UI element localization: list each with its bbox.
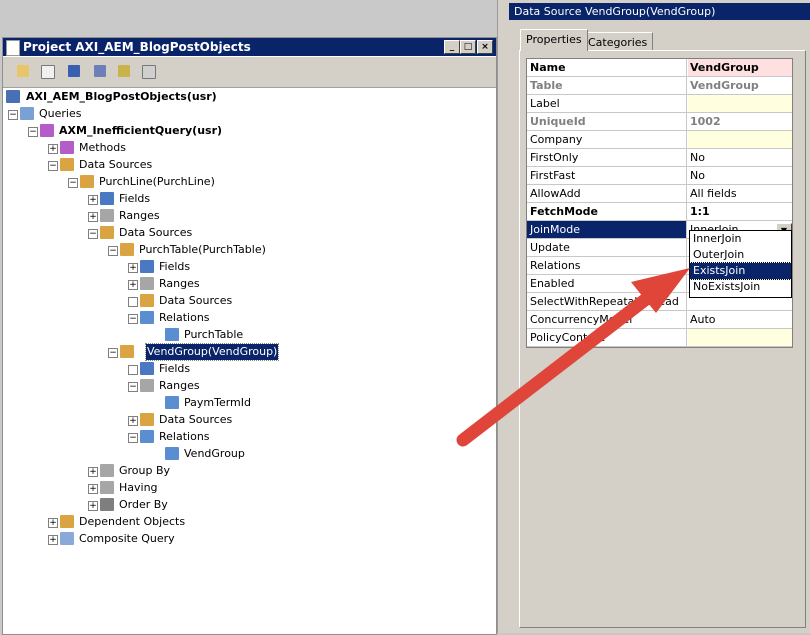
relation-icon: [165, 447, 179, 460]
fields-icon: [140, 362, 154, 375]
properties-title: Data Source VendGroup(VendGroup): [514, 5, 716, 18]
project-tree: AXI_AEM_BlogPostObjects(usr) − Queries −…: [3, 88, 496, 634]
composite-query-icon: [60, 532, 74, 545]
grid-icon[interactable]: [140, 63, 157, 80]
expand-icon[interactable]: +: [48, 535, 58, 545]
queries-icon: [20, 107, 34, 120]
empty-node-icon[interactable]: [128, 297, 138, 307]
ranges-icon: [100, 209, 114, 222]
properties-title-bar[interactable]: Data Source VendGroup(VendGroup): [509, 3, 810, 20]
having-icon: [100, 481, 114, 494]
project-node-icon: [6, 90, 20, 103]
sort-icon: [100, 498, 114, 511]
collapse-icon[interactable]: −: [68, 178, 78, 188]
property-row[interactable]: FirstFast No: [527, 167, 792, 185]
datasources-icon: [100, 226, 114, 239]
groupby-icon: [100, 464, 114, 477]
compile-icon[interactable]: [92, 63, 109, 80]
ranges-icon: [140, 277, 154, 290]
property-row[interactable]: Name VendGroup: [527, 59, 792, 77]
relations-icon: [140, 311, 154, 324]
filter-icon[interactable]: [116, 63, 133, 80]
property-row[interactable]: FirstOnly No: [527, 149, 792, 167]
expand-icon[interactable]: +: [88, 212, 98, 222]
range-icon: [165, 396, 179, 409]
collapse-icon[interactable]: −: [108, 348, 118, 358]
collapse-icon[interactable]: −: [108, 246, 118, 256]
expand-icon[interactable]: +: [128, 263, 138, 273]
property-row[interactable]: UniqueId 1002: [527, 113, 792, 131]
datasources-icon: [140, 413, 154, 426]
relation-icon: [165, 328, 179, 341]
project-window: Project AXI_AEM_BlogPostObjects _ □ × AX…: [2, 37, 497, 635]
joinmode-dropdown-list: InnerJoin OuterJoin ExistsJoin NoExistsJ…: [689, 230, 792, 298]
datasource-icon: [120, 243, 134, 256]
expand-icon[interactable]: +: [88, 467, 98, 477]
expand-icon[interactable]: +: [128, 280, 138, 290]
option-outerjoin[interactable]: OuterJoin: [690, 247, 791, 263]
relations-icon: [140, 430, 154, 443]
open-icon[interactable]: [15, 63, 32, 80]
property-row[interactable]: PolicyContext: [527, 329, 792, 347]
fields-icon: [100, 192, 114, 205]
collapse-icon[interactable]: −: [88, 229, 98, 239]
empty-node-icon[interactable]: [128, 365, 138, 375]
tab-properties[interactable]: Properties: [520, 29, 588, 51]
fields-icon: [140, 260, 154, 273]
expand-icon[interactable]: +: [88, 501, 98, 511]
property-row[interactable]: AllowAdd All fields: [527, 185, 792, 203]
property-row[interactable]: FetchMode 1:1: [527, 203, 792, 221]
property-row[interactable]: Table VendGroup: [527, 77, 792, 95]
expand-icon[interactable]: +: [48, 144, 58, 154]
dependent-objects-icon: [60, 515, 74, 528]
collapse-icon[interactable]: −: [48, 161, 58, 171]
collapse-icon[interactable]: −: [28, 127, 38, 137]
close-button[interactable]: ×: [477, 40, 493, 54]
properties-icon[interactable]: [39, 63, 56, 80]
datasource-icon: [80, 175, 94, 188]
collapse-icon[interactable]: −: [128, 382, 138, 392]
project-title-bar[interactable]: Project AXI_AEM_BlogPostObjects _ □ ×: [3, 38, 496, 56]
expand-icon[interactable]: +: [48, 518, 58, 528]
query-icon: [40, 124, 54, 137]
expand-icon[interactable]: +: [88, 195, 98, 205]
datasources-icon: [140, 294, 154, 307]
project-toolbar: [3, 57, 496, 88]
datasource-icon: [120, 345, 134, 358]
property-row[interactable]: Label: [527, 95, 792, 113]
property-grid: Name VendGroup Table VendGroup Label Uni…: [526, 58, 793, 348]
expand-icon[interactable]: +: [88, 484, 98, 494]
collapse-icon[interactable]: −: [128, 314, 138, 324]
project-icon: [6, 40, 20, 56]
project-title: Project AXI_AEM_BlogPostObjects: [23, 40, 251, 54]
methods-icon: [60, 141, 74, 154]
property-row[interactable]: Company: [527, 131, 792, 149]
tree-root-label: AXI_AEM_BlogPostObjects(usr): [26, 90, 217, 103]
option-innerjoin[interactable]: InnerJoin: [690, 231, 791, 247]
collapse-icon[interactable]: −: [128, 433, 138, 443]
tab-categories[interactable]: Categories: [582, 32, 654, 51]
option-noexistsjoin[interactable]: NoExistsJoin: [690, 279, 791, 295]
save-icon[interactable]: [66, 63, 83, 80]
minimize-button[interactable]: _: [444, 40, 460, 54]
ranges-icon: [140, 379, 154, 392]
collapse-icon[interactable]: −: [8, 110, 18, 120]
maximize-button[interactable]: □: [460, 40, 476, 54]
property-row[interactable]: ConcurrencyModel Auto: [527, 311, 792, 329]
option-existsjoin[interactable]: ExistsJoin: [689, 262, 792, 280]
properties-window: Data Source VendGroup(VendGroup) Propert…: [509, 0, 810, 633]
expand-icon[interactable]: +: [128, 416, 138, 426]
datasources-icon: [60, 158, 74, 171]
